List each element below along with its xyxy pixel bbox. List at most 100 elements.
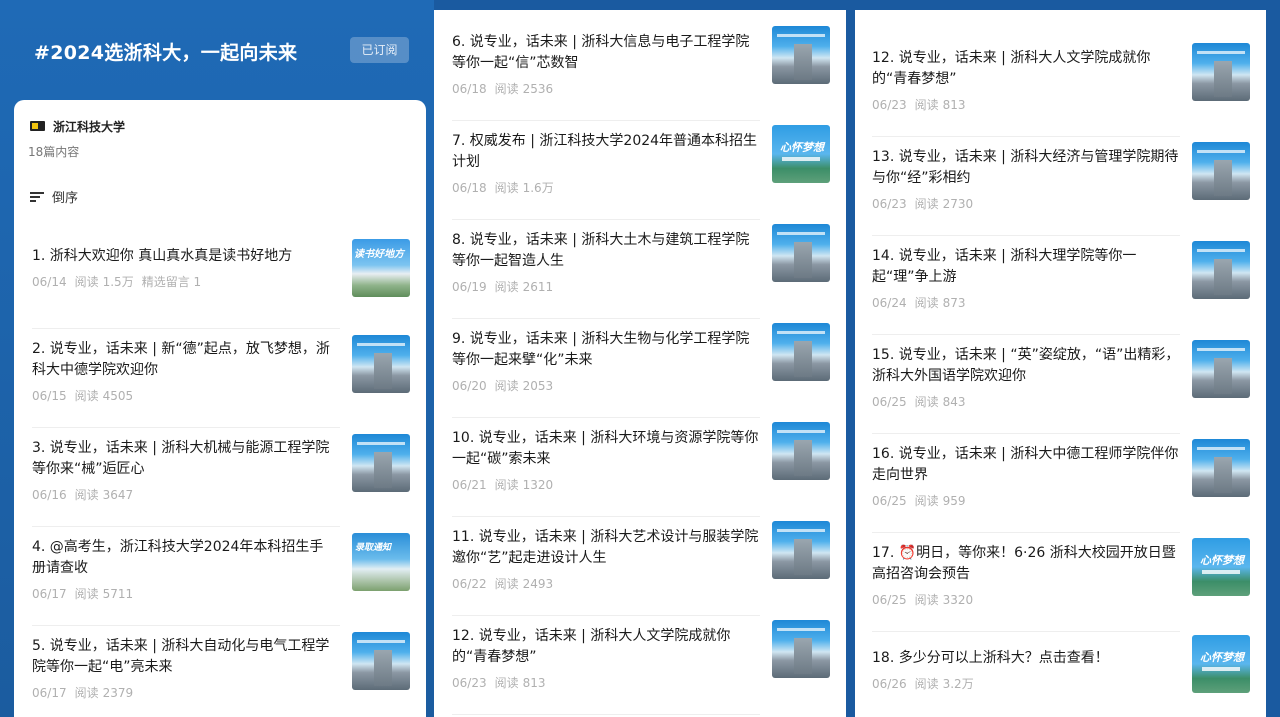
article-thumbnail[interactable]: [1192, 142, 1250, 200]
article-meta: 06/26 阅读 3.2万: [872, 675, 982, 692]
list-item[interactable]: 14. 说专业，话未来 | 浙科大理学院等你一起“理”争上游 06/24 阅读 873: [872, 236, 1250, 335]
article-thumbnail[interactable]: [352, 335, 410, 393]
article-title[interactable]: 11. 说专业，话未来 | 浙科大艺术设计与服装学院邀你“艺”起走进设计人生: [452, 527, 762, 569]
article-thumbnail[interactable]: 心怀梦想: [772, 125, 830, 183]
article-thumbnail[interactable]: [1192, 340, 1250, 398]
article-thumbnail[interactable]: [1192, 439, 1250, 497]
article-title[interactable]: 16. 说专业，话未来 | 浙科大中德工程师学院伴你走向世界: [872, 444, 1182, 486]
thumbnail-text: 心怀梦想: [780, 141, 824, 154]
article-thumbnail[interactable]: [772, 224, 830, 282]
read-count: 2611: [522, 280, 554, 294]
read-count: 2730: [942, 197, 974, 211]
sort-toggle[interactable]: 倒序: [30, 187, 78, 206]
article-title[interactable]: 2. 说专业，话未来 | 新“德”起点，放飞梦想，浙科大中德学院欢迎你: [32, 339, 332, 381]
article-title[interactable]: 12. 说专业，话未来 | 浙科大人文学院成就你的“青春梦想”: [452, 626, 762, 668]
read-label: 阅读: [914, 296, 939, 310]
article-title[interactable]: 6. 说专业，话未来 | 浙科大信息与电子工程学院等你一起“信”芯数智: [452, 32, 762, 74]
article-title[interactable]: 17. ⏰明日，等你来！6·26 浙科大校园开放日暨高招咨询会预告: [872, 543, 1182, 585]
article-thumbnail[interactable]: 录取通知: [352, 533, 410, 591]
article-thumbnail[interactable]: [1192, 43, 1250, 101]
list-item[interactable]: 17. ⏰明日，等你来！6·26 浙科大校园开放日暨高招咨询会预告 06/25 阅读…: [872, 533, 1250, 632]
read-count: 813: [942, 98, 966, 112]
read-label: 阅读: [914, 677, 939, 691]
article-thumbnail[interactable]: [772, 521, 830, 579]
article-date: 06/14: [32, 275, 67, 289]
read-label: 阅读: [494, 577, 519, 591]
read-label: 阅读: [494, 478, 519, 492]
thumbnail-banner: [1202, 570, 1240, 574]
list-item[interactable]: 11. 说专业，话未来 | 浙科大艺术设计与服装学院邀你“艺”起走进设计人生 06…: [452, 517, 830, 616]
read-label: 阅读: [494, 82, 519, 96]
topic-title: #2024选浙科大，一起向未来: [34, 42, 298, 64]
thumbnail-text: 读书好地方: [354, 249, 404, 260]
article-thumbnail[interactable]: [1192, 241, 1250, 299]
list-item[interactable]: 3. 说专业，话未来 | 浙科大机械与能源工程学院等你来“械”逅匠心 06/16 阅…: [32, 428, 410, 527]
list-item[interactable]: 16. 说专业，话未来 | 浙科大中德工程师学院伴你走向世界 06/25 阅读 959: [872, 434, 1250, 533]
article-thumbnail[interactable]: 读书好地方: [352, 239, 410, 297]
article-thumbnail[interactable]: 心怀梦想: [1192, 635, 1250, 693]
screen-panel-left: #2024选浙科大，一起向未来 已订阅 浙江科技大学 18篇内容 倒序 1. 浙…: [0, 0, 434, 717]
article-title[interactable]: 5. 说专业，话未来 | 浙科大自动化与电气工程学院等你一起“电”亮未来: [32, 636, 332, 678]
read-label: 阅读: [494, 379, 519, 393]
list-item[interactable]: 8. 说专业，话未来 | 浙科大土木与建筑工程学院等你一起智造人生 06/19 阅读…: [452, 220, 830, 319]
screen-panel-right: 12. 说专业，话未来 | 浙科大人文学院成就你的“青春梦想” 06/23 阅读 81…: [853, 0, 1273, 717]
article-meta: 06/15 阅读 4505: [32, 387, 141, 404]
article-meta: 06/24 阅读 873: [872, 294, 974, 311]
article-meta: 06/21 阅读 1320: [452, 476, 561, 493]
read-label: 阅读: [494, 676, 519, 690]
article-meta: 06/17 阅读 5711: [32, 585, 141, 602]
article-date: 06/22: [452, 577, 487, 591]
list-item[interactable]: 1. 浙科大欢迎你 真山真水真是读书好地方 06/14 阅读 1.5万 精选留言 1 读书…: [32, 230, 410, 329]
read-count: 2536: [522, 82, 554, 96]
list-item[interactable]: 12. 说专业，话未来 | 浙科大人文学院成就你的“青春梦想” 06/23 阅读 81…: [452, 616, 830, 715]
read-label: 阅读: [494, 181, 519, 195]
article-title[interactable]: 10. 说专业，话未来 | 浙科大环境与资源学院等你一起“碳”索未来: [452, 428, 762, 470]
list-item[interactable]: 9. 说专业，话未来 | 浙科大生物与化学工程学院等你一起来擘“化”未来 06/2…: [452, 319, 830, 418]
list-item[interactable]: 12. 说专业，话未来 | 浙科大人文学院成就你的“青春梦想” 06/23 阅读 81…: [872, 38, 1250, 137]
list-item[interactable]: 4. @高考生，浙江科技大学2024年本科招生手册请查收 06/17 阅读 5711 录…: [32, 527, 410, 626]
comment-count: 精选留言 1: [141, 275, 202, 289]
read-count: 873: [942, 296, 966, 310]
sort-icon: [30, 191, 44, 202]
list-item[interactable]: 2. 说专业，话未来 | 新“德”起点，放飞梦想，浙科大中德学院欢迎你 06/15…: [32, 329, 410, 428]
article-meta: 06/17 阅读 2379: [32, 684, 141, 701]
list-item[interactable]: 6. 说专业，话未来 | 浙科大信息与电子工程学院等你一起“信”芯数智 06/18…: [452, 22, 830, 121]
article-thumbnail[interactable]: [772, 26, 830, 84]
article-thumbnail[interactable]: [772, 620, 830, 678]
article-list-card: 6. 说专业，话未来 | 浙科大信息与电子工程学院等你一起“信”芯数智 06/18…: [434, 10, 846, 717]
article-title[interactable]: 15. 说专业，话未来 | “英”姿绽放，“语”出精彩，浙科大外国语学院欢迎你: [872, 345, 1182, 387]
article-thumbnail[interactable]: 心怀梦想: [1192, 538, 1250, 596]
article-title[interactable]: 8. 说专业，话未来 | 浙科大土木与建筑工程学院等你一起智造人生: [452, 230, 762, 272]
article-title[interactable]: 7. 权威发布 | 浙江科技大学2024年普通本科招生计划: [452, 131, 762, 173]
list-item[interactable]: 13. 说专业，话未来 | 浙科大经济与管理学院期待与你“经”彩相约 06/23 阅…: [872, 137, 1250, 236]
account-row[interactable]: 浙江科技大学: [30, 116, 125, 136]
read-label: 阅读: [494, 280, 519, 294]
article-title[interactable]: 9. 说专业，话未来 | 浙科大生物与化学工程学院等你一起来擘“化”未来: [452, 329, 762, 371]
read-count: 2379: [102, 686, 134, 700]
list-item[interactable]: 7. 权威发布 | 浙江科技大学2024年普通本科招生计划 06/18 阅读 1.6万…: [452, 121, 830, 220]
article-thumbnail[interactable]: [352, 434, 410, 492]
thumbnail-text: 录取通知: [355, 543, 392, 553]
article-thumbnail[interactable]: [772, 323, 830, 381]
article-date: 06/17: [32, 686, 67, 700]
list-item[interactable]: 18. 多少分可以上浙科大？点击查看！ 06/26 阅读 3.2万 心怀梦想: [872, 632, 1250, 717]
article-title[interactable]: 13. 说专业，话未来 | 浙科大经济与管理学院期待与你“经”彩相约: [872, 147, 1182, 189]
article-date: 06/21: [452, 478, 487, 492]
thumbnail-banner: [782, 157, 820, 161]
article-title[interactable]: 4. @高考生，浙江科技大学2024年本科招生手册请查收: [32, 537, 332, 579]
thumbnail-text: 心怀梦想: [1200, 554, 1244, 567]
article-title[interactable]: 14. 说专业，话未来 | 浙科大理学院等你一起“理”争上游: [872, 246, 1182, 288]
article-title[interactable]: 1. 浙科大欢迎你 真山真水真是读书好地方: [32, 246, 322, 267]
article-title[interactable]: 12. 说专业，话未来 | 浙科大人文学院成就你的“青春梦想”: [872, 48, 1182, 90]
article-thumbnail[interactable]: [772, 422, 830, 480]
list-item[interactable]: 15. 说专业，话未来 | “英”姿绽放，“语”出精彩，浙科大外国语学院欢迎你 0…: [872, 335, 1250, 434]
article-title[interactable]: 18. 多少分可以上浙科大？点击查看！: [872, 648, 1182, 669]
read-label: 阅读: [74, 587, 99, 601]
list-item[interactable]: 10. 说专业，话未来 | 浙科大环境与资源学院等你一起“碳”索未来 06/21 阅…: [452, 418, 830, 517]
read-count: 1320: [522, 478, 554, 492]
article-date: 06/18: [452, 82, 487, 96]
article-title[interactable]: 3. 说专业，话未来 | 浙科大机械与能源工程学院等你来“械”逅匠心: [32, 438, 332, 480]
subscribed-button[interactable]: 已订阅: [350, 37, 409, 63]
list-item[interactable]: 5. 说专业，话未来 | 浙科大自动化与电气工程学院等你一起“电”亮未来 06/1…: [32, 626, 410, 717]
article-thumbnail[interactable]: [352, 632, 410, 690]
